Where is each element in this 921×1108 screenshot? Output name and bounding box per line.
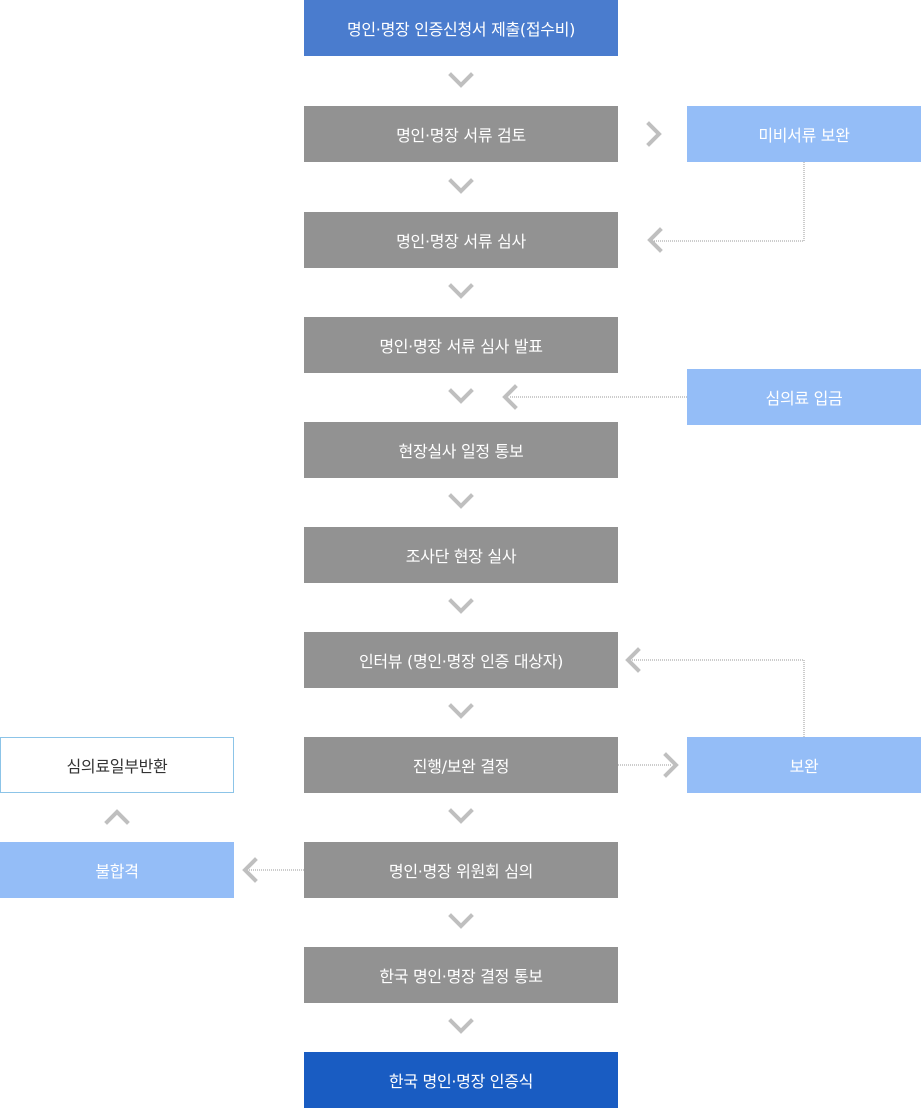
chevron-down-icon bbox=[448, 283, 474, 299]
chevron-down-icon bbox=[448, 388, 474, 404]
chevron-down-icon bbox=[448, 808, 474, 824]
chevron-down-icon bbox=[448, 1018, 474, 1034]
dotted-connector bbox=[654, 162, 805, 242]
chevron-down-icon bbox=[448, 703, 474, 719]
dotted-connector bbox=[632, 659, 805, 737]
chevron-up-icon bbox=[104, 809, 130, 825]
chevron-down-icon bbox=[448, 598, 474, 614]
chevron-down-icon bbox=[448, 493, 474, 509]
chevron-down-icon bbox=[448, 72, 474, 88]
chevron-down-icon bbox=[448, 913, 474, 929]
chevron-left-icon bbox=[647, 227, 663, 253]
chevron-down-icon bbox=[448, 178, 474, 194]
chevron-right-icon bbox=[646, 121, 662, 147]
flow-connectors bbox=[104, 72, 805, 1034]
